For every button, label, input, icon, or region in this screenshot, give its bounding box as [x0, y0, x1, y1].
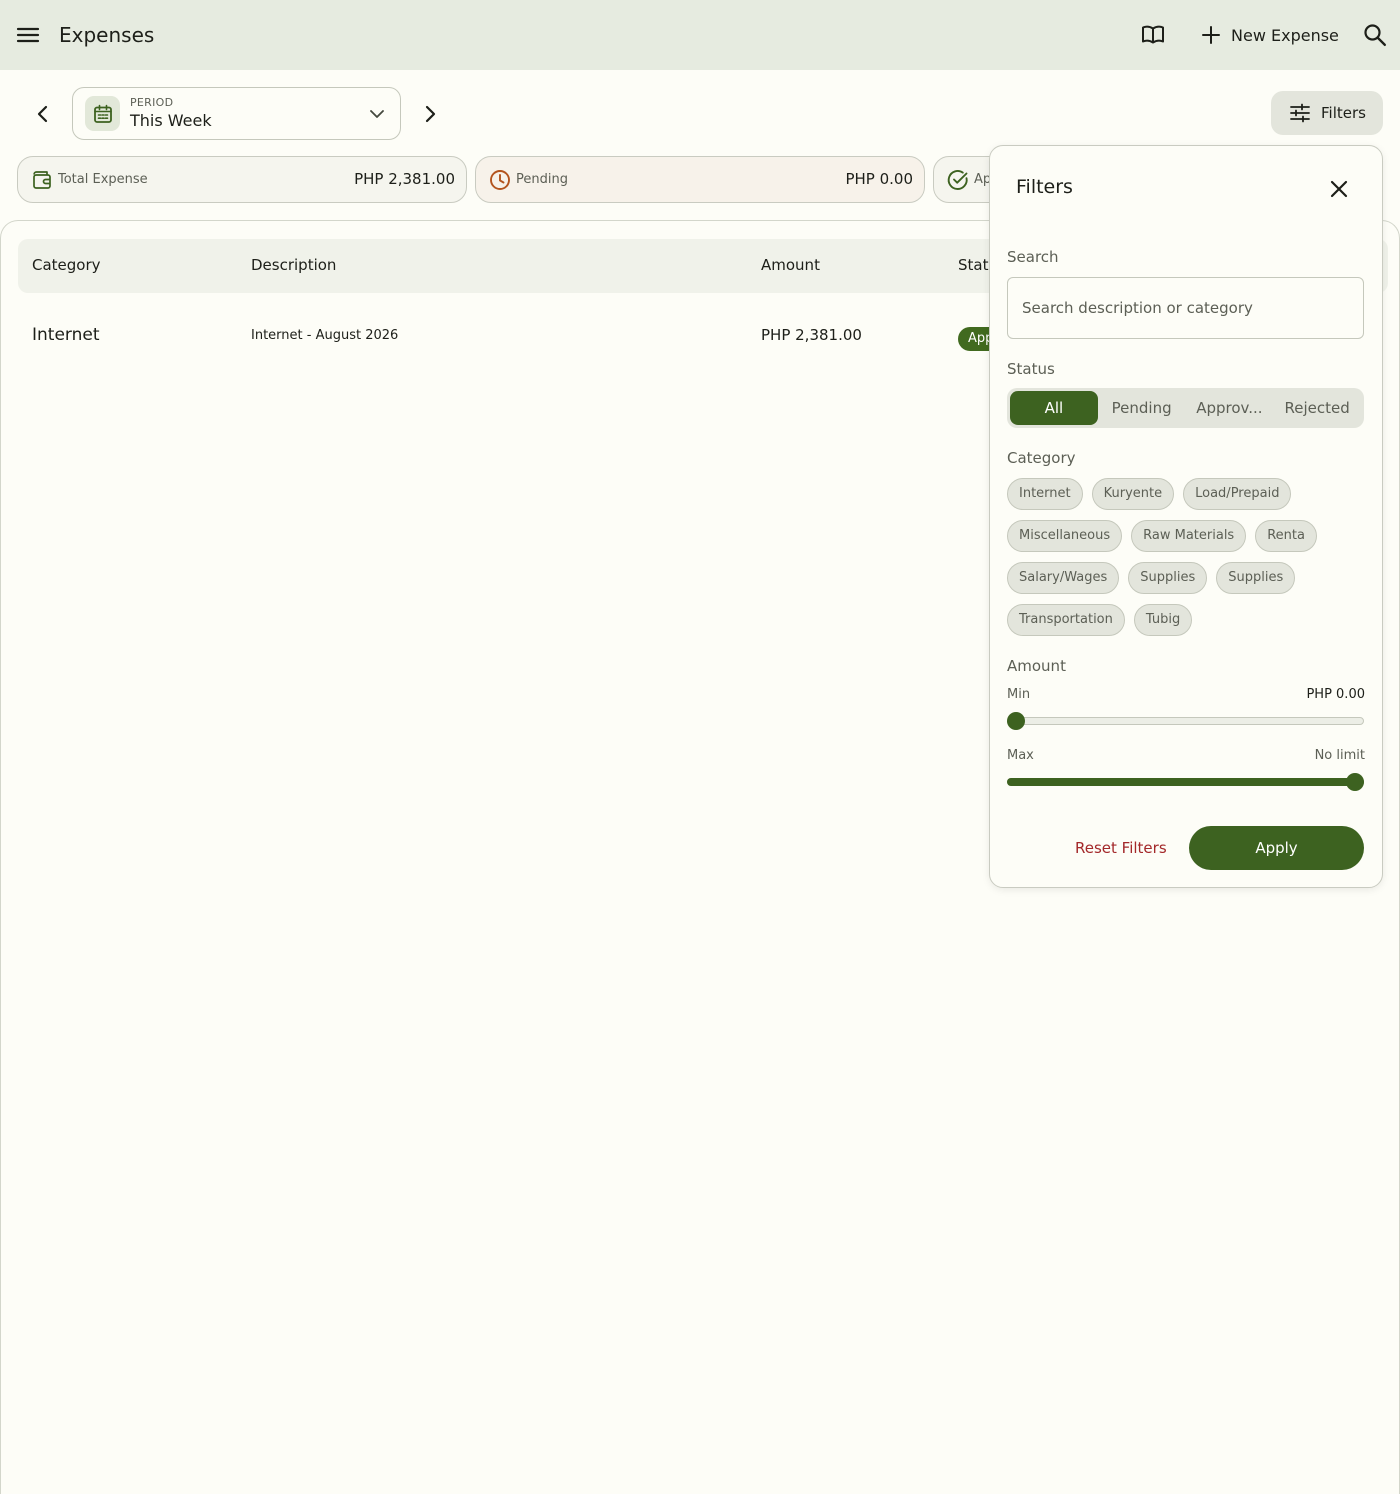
- category-chip-supplies-2[interactable]: Supplies: [1216, 562, 1296, 594]
- new-expense-button[interactable]: New Expense: [1200, 20, 1339, 50]
- filters-button-label: Filters: [1321, 104, 1366, 122]
- filters-button[interactable]: Filters: [1271, 91, 1383, 135]
- period-selector[interactable]: PERIOD This Week: [72, 87, 401, 140]
- row-description: Internet - August 2026: [251, 328, 399, 343]
- column-header-amount[interactable]: Amount: [761, 256, 820, 274]
- period-label: PERIOD: [130, 96, 174, 109]
- category-chip-salary-wages[interactable]: Salary/Wages: [1007, 562, 1120, 594]
- plus-icon: [1202, 26, 1220, 44]
- category-section-label: Category: [1007, 449, 1076, 467]
- check-circle-icon: [946, 168, 970, 192]
- row-category: Internet: [32, 325, 100, 345]
- category-chip-miscellaneous[interactable]: Miscellaneous: [1007, 520, 1123, 552]
- pending-amount: PHP 0.00: [845, 170, 913, 188]
- new-expense-label: New Expense: [1231, 25, 1339, 45]
- close-icon[interactable]: [1327, 177, 1351, 201]
- pending-card[interactable]: Pending PHP 0.00: [475, 156, 925, 203]
- tune-icon: [1290, 103, 1310, 123]
- wallet-icon: [30, 168, 54, 192]
- clock-icon: [488, 168, 512, 192]
- total-expense-card[interactable]: Total Expense PHP 2,381.00: [17, 156, 467, 203]
- menu-icon[interactable]: [14, 21, 42, 49]
- category-chip-raw-materials[interactable]: Raw Materials: [1131, 520, 1247, 552]
- category-chips: Internet Kuryente Load/Prepaid Miscellan…: [1007, 478, 1367, 646]
- total-expense-amount: PHP 2,381.00: [354, 170, 455, 188]
- chevron-right-icon: [425, 105, 436, 123]
- search-field-container: [1007, 277, 1364, 339]
- period-value: This Week: [130, 111, 212, 130]
- status-option-rejected[interactable]: Rejected: [1273, 391, 1361, 425]
- status-option-all[interactable]: All: [1010, 391, 1098, 425]
- max-value: No limit: [1314, 748, 1365, 763]
- column-header-description[interactable]: Description: [251, 256, 336, 274]
- filters-panel: Filters Search Status All Pending Approv…: [989, 145, 1383, 888]
- max-amount-slider[interactable]: [1007, 773, 1364, 791]
- column-header-category[interactable]: Category: [32, 256, 101, 274]
- slider-thumb[interactable]: [1007, 712, 1025, 730]
- row-amount: PHP 2,381.00: [761, 326, 862, 344]
- chevron-down-icon: [367, 104, 387, 124]
- search-section-label: Search: [1007, 248, 1059, 266]
- search-input[interactable]: [1008, 278, 1363, 338]
- status-option-pending[interactable]: Pending: [1098, 391, 1186, 425]
- category-chip-kuryente[interactable]: Kuryente: [1091, 478, 1175, 510]
- status-option-approved[interactable]: Approv...: [1186, 391, 1274, 425]
- category-chip-tubig[interactable]: Tubig: [1133, 604, 1193, 636]
- min-value: PHP 0.00: [1306, 687, 1365, 702]
- previous-period-button[interactable]: [30, 101, 56, 127]
- total-expense-label: Total Expense: [58, 172, 148, 187]
- amount-section-label: Amount: [1007, 657, 1066, 675]
- category-chip-load-prepaid[interactable]: Load/Prepaid: [1183, 478, 1292, 510]
- category-chip-supplies[interactable]: Supplies: [1128, 562, 1208, 594]
- status-segmented-control: All Pending Approv... Rejected: [1007, 388, 1364, 428]
- category-chip-transportation[interactable]: Transportation: [1007, 604, 1125, 636]
- max-label: Max: [1007, 748, 1034, 763]
- calendar-icon: [85, 96, 120, 131]
- app-bar: Expenses New Expense: [0, 0, 1400, 70]
- page-title: Expenses: [59, 23, 155, 47]
- reset-filters-button[interactable]: Reset Filters: [1075, 839, 1167, 857]
- min-label: Min: [1007, 687, 1031, 702]
- filters-panel-title: Filters: [1016, 176, 1073, 198]
- min-amount-slider[interactable]: [1007, 712, 1364, 730]
- apply-button[interactable]: Apply: [1189, 826, 1364, 870]
- search-icon[interactable]: [1361, 21, 1389, 49]
- slider-thumb[interactable]: [1346, 773, 1364, 791]
- status-section-label: Status: [1007, 360, 1055, 378]
- slider-fill: [1007, 778, 1364, 786]
- next-period-button[interactable]: [417, 101, 443, 127]
- category-chip-internet[interactable]: Internet: [1007, 478, 1083, 510]
- pending-label: Pending: [516, 172, 568, 187]
- slider-track: [1007, 717, 1364, 725]
- category-chip-renta[interactable]: Renta: [1255, 520, 1317, 552]
- chevron-left-icon: [37, 105, 48, 123]
- book-icon[interactable]: [1140, 22, 1166, 48]
